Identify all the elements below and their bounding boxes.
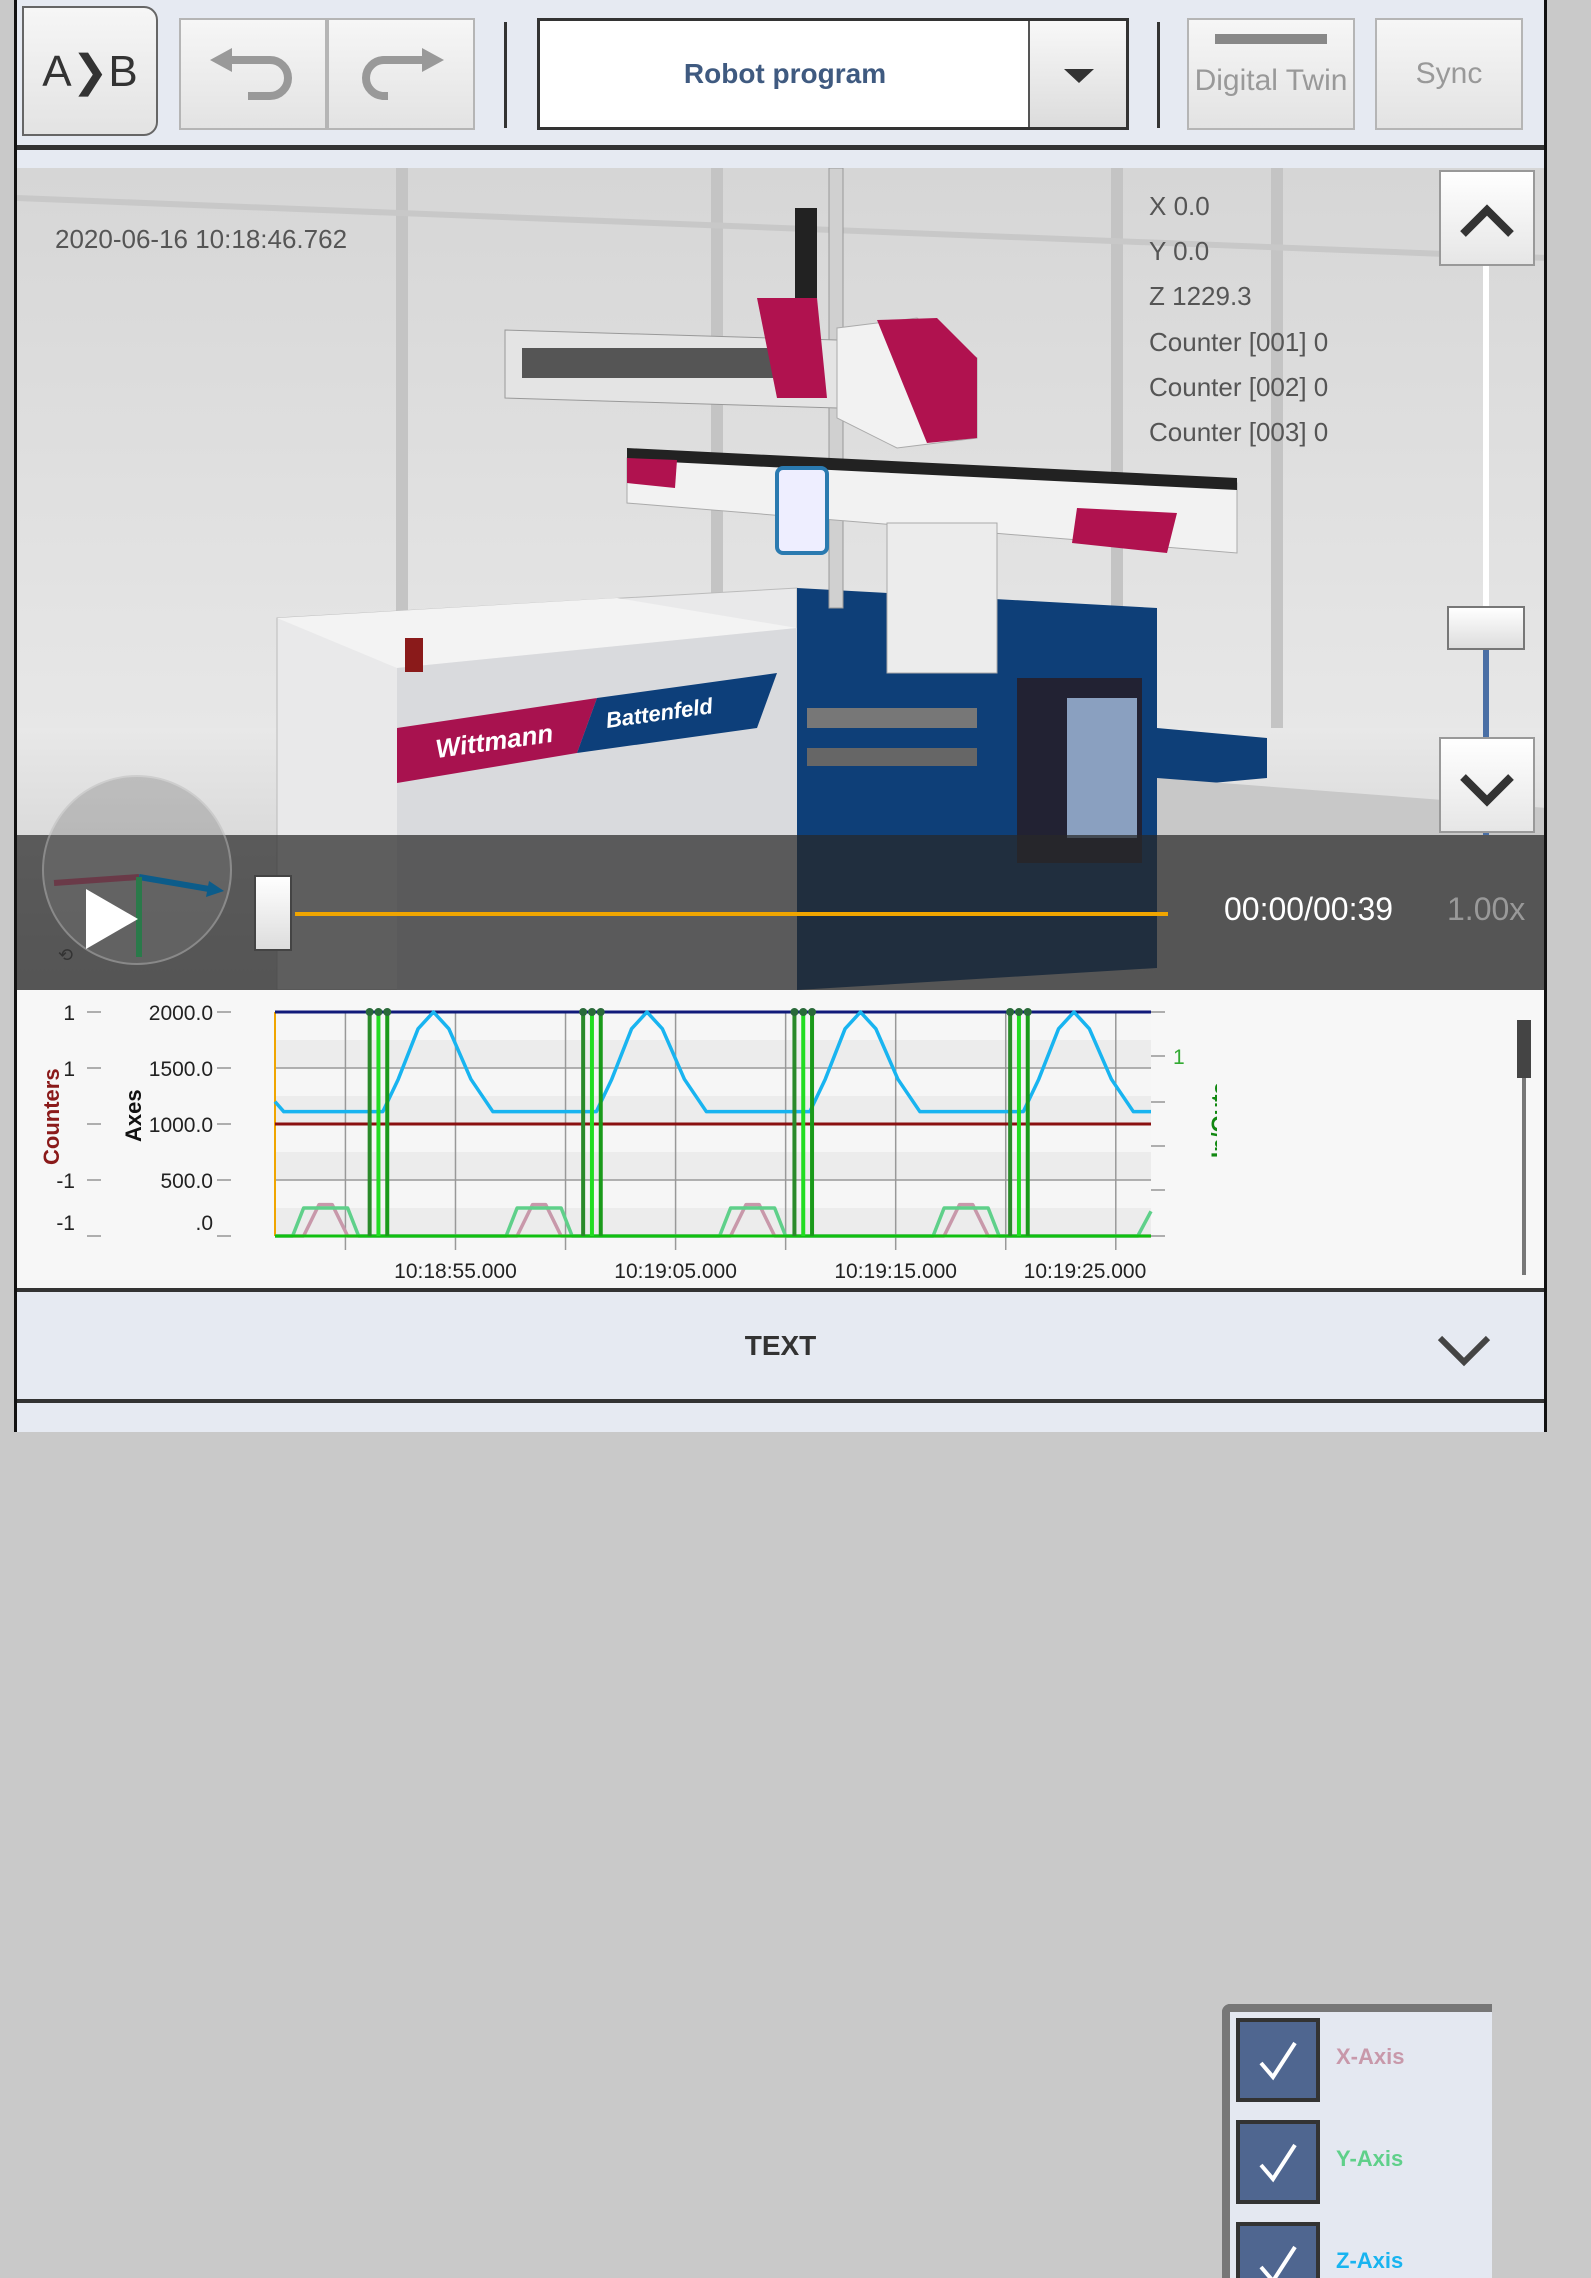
- y-tick-label: 1000.0: [149, 1114, 213, 1137]
- text-panel-header[interactable]: TEXT: [17, 1288, 1544, 1403]
- counter-tick-label: 1: [63, 1058, 75, 1081]
- legend-label: Z-Axis: [1336, 2248, 1404, 2273]
- inout-pulse-marker: [1023, 1008, 1032, 1016]
- 3d-viewport[interactable]: Wittmann Battenfeld 2020-06-16 10:18:46.…: [17, 168, 1544, 990]
- legend-item-x-axis[interactable]: X-Axis: [1236, 2018, 1492, 2102]
- app-window: A❯B Robot program Digital Twin Sync Witt…: [14, 0, 1547, 2278]
- checkbox-y-axis[interactable]: [1236, 2120, 1320, 2204]
- counter-002: Counter [002] 0: [1149, 371, 1329, 402]
- scroll-up-button[interactable]: [1439, 170, 1535, 266]
- y-coordinate: Y 0.0: [1149, 236, 1210, 267]
- legend-scroll-thumb[interactable]: [1517, 1020, 1531, 1078]
- y-tick-label: 2000.0: [149, 1002, 213, 1025]
- playback-time: 00:00/00:39: [1224, 891, 1394, 927]
- scroll-thumb[interactable]: [1447, 606, 1525, 650]
- inout-pulse-marker: [799, 1008, 808, 1016]
- inout-pulse-marker: [365, 1008, 374, 1016]
- timeline-track[interactable]: [295, 912, 1168, 916]
- timeline-thumb[interactable]: [254, 875, 292, 951]
- checkbox-x-axis[interactable]: [1236, 2018, 1320, 2102]
- x-tick-label: 10:19:25.000: [1024, 1260, 1147, 1283]
- toolbar-separator: [504, 22, 507, 128]
- x-tick-label: 10:19:05.000: [614, 1260, 737, 1283]
- y-tick-label: .0: [195, 1212, 213, 1235]
- inout-pulse-marker: [383, 1008, 392, 1016]
- axes-axis-title: Axes: [121, 1089, 146, 1142]
- counter-001: Counter [001] 0: [1149, 326, 1329, 357]
- legend-scrollbar[interactable]: [1517, 1020, 1531, 1275]
- checkmark-icon: [1259, 2245, 1297, 2278]
- inout-pulse-marker: [587, 1008, 596, 1016]
- ab-label: A❯B: [42, 46, 138, 96]
- checkmark-icon: [1259, 2143, 1297, 2183]
- position-readout: X 0.0 Y 0.0 Z 1229.3 Counter [001] 0 Cou…: [1149, 184, 1328, 455]
- x-coordinate: X 0.0: [1149, 191, 1210, 221]
- chevron-down-icon: [1460, 774, 1514, 807]
- counter-tick-label: 1: [63, 1002, 75, 1025]
- inout-pulse-marker: [374, 1008, 383, 1016]
- digital-twin-button[interactable]: Digital Twin: [1187, 18, 1355, 130]
- toolbar-separator: [1157, 22, 1160, 128]
- sync-label: Sync: [1415, 57, 1483, 90]
- undo-arrow-icon: [210, 48, 292, 100]
- inouts-axis-title: In/Outs: [1207, 1082, 1217, 1158]
- toolbar: A❯B Robot program Digital Twin Sync: [17, 0, 1544, 150]
- y-tick-label: 500.0: [160, 1170, 213, 1193]
- z-coordinate: Z 1229.3: [1149, 281, 1252, 312]
- signal-chart: 2000.0 1500.0 1000.0 500.0 .0 10:18:55.000 10:…: [17, 990, 1544, 2278]
- vertical-scrollbar[interactable]: [1439, 170, 1535, 835]
- ab-compare-button[interactable]: A❯B: [22, 6, 158, 136]
- legend-label: Y-Axis: [1336, 2146, 1404, 2171]
- counter-tick-label: -1: [56, 1212, 75, 1235]
- program-select[interactable]: Robot program: [537, 18, 1129, 130]
- legend-label: X-Axis: [1336, 2044, 1405, 2069]
- inout-pulse-marker: [579, 1008, 588, 1016]
- checkbox-z-axis[interactable]: [1236, 2222, 1320, 2278]
- chart-svg: 2000.0 1500.0 1000.0 500.0 .0 10:18:55.000 10:…: [39, 1002, 1217, 1283]
- redo-arrow-icon: [362, 48, 444, 100]
- program-select-value: Robot program: [683, 58, 887, 89]
- redo-button[interactable]: [327, 18, 475, 130]
- inout-tick-label: 1: [1173, 1046, 1185, 1069]
- orientation-gizmo[interactable]: ⟲: [42, 775, 232, 966]
- x-tick-label: 10:18:55.000: [394, 1260, 517, 1283]
- legend-item-z-axis[interactable]: Z-Axis: [1236, 2222, 1492, 2278]
- inout-pulse-marker: [1014, 1008, 1023, 1016]
- inout-pulse-marker: [1006, 1008, 1015, 1016]
- inout-pulse-marker: [596, 1008, 605, 1016]
- chevron-down-icon[interactable]: [1434, 1330, 1494, 1370]
- y-tick-label: 1500.0: [149, 1058, 213, 1081]
- sync-button[interactable]: Sync: [1375, 18, 1523, 130]
- inout-pulse-marker: [808, 1008, 817, 1016]
- playback-timestamp: 2020-06-16 10:18:46.762: [55, 224, 348, 254]
- scroll-down-button[interactable]: [1439, 737, 1535, 833]
- legend-item-y-axis[interactable]: Y-Axis: [1236, 2120, 1492, 2204]
- digital-twin-label: Digital Twin: [1194, 64, 1348, 97]
- toggle-indicator: [1215, 34, 1327, 44]
- x-tick-label: 10:19:15.000: [834, 1260, 957, 1283]
- chevron-up-icon: [1460, 204, 1514, 237]
- text-panel-label: TEXT: [744, 1329, 817, 1361]
- playback-speed[interactable]: 1.00x: [1447, 891, 1525, 928]
- play-icon[interactable]: [86, 889, 146, 959]
- reset-view-icon[interactable]: ⟲: [58, 945, 73, 966]
- counter-tick-label: -1: [56, 1170, 75, 1193]
- counters-axis-title: Counters: [39, 1068, 64, 1165]
- checkmark-icon: [1259, 2041, 1297, 2081]
- counter-003: Counter [003] 0: [1149, 417, 1329, 448]
- undo-button[interactable]: [179, 18, 327, 130]
- chevron-down-icon[interactable]: [1028, 21, 1126, 127]
- playback-bar: ⟲ 00:00/00:39 1.00x: [17, 775, 1544, 990]
- series-legend: X-Axis Y-Axis Z-Axis: [1222, 2004, 1492, 2278]
- inout-pulse-marker: [790, 1008, 799, 1016]
